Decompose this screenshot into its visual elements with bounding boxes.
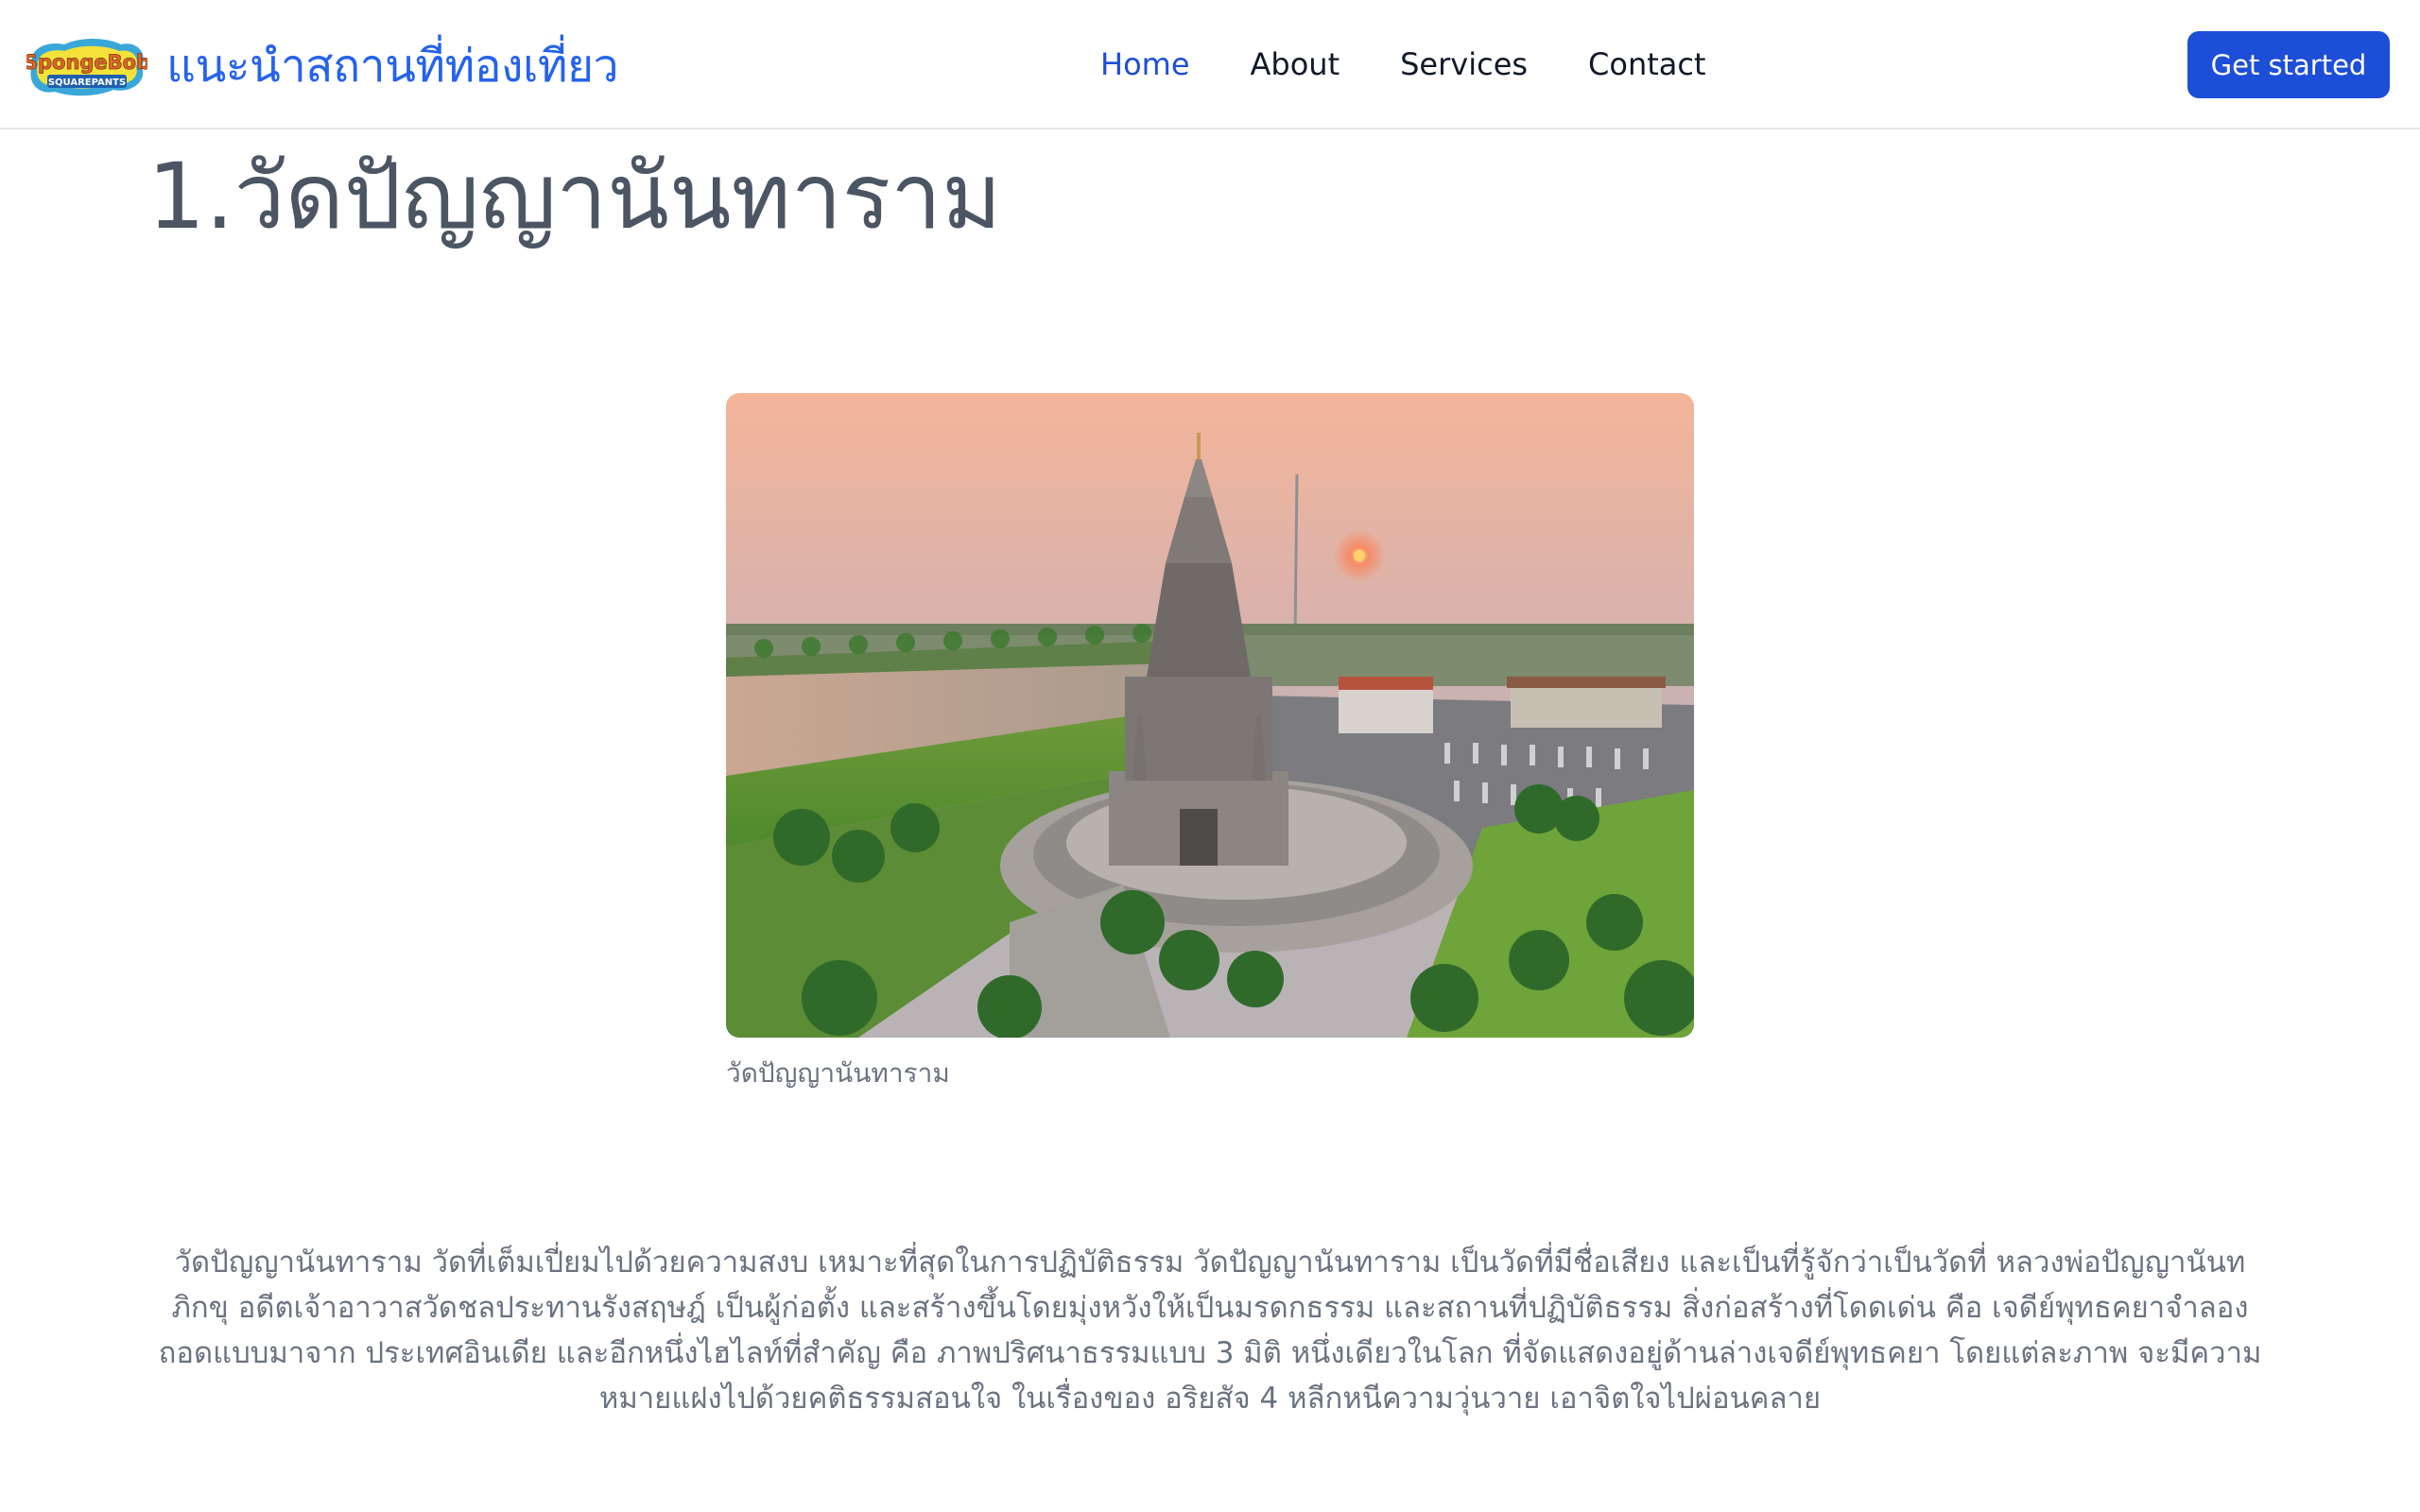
temple-photo (726, 393, 1694, 1038)
temple-figure: วัดปัญญานันทาราม (726, 393, 1694, 1094)
nav-about-link[interactable]: About (1251, 46, 1340, 82)
svg-text:SQUAREPANTS: SQUAREPANTS (48, 77, 126, 88)
brand-link[interactable]: SpongeBob SQUAREPANTS แนะนำสถานที่ท่องเท… (26, 28, 619, 104)
site-title: แนะนำสถานที่ท่องเที่ยว (166, 40, 619, 93)
svg-text:SpongeBob: SpongeBob (26, 51, 147, 74)
nav-services-link[interactable]: Services (1400, 46, 1528, 82)
nav-home-link[interactable]: Home (1100, 46, 1190, 82)
spongebob-logo-icon: SpongeBob SQUAREPANTS (26, 39, 147, 96)
site-header: SpongeBob SQUAREPANTS แนะนำสถานที่ท่องเท… (0, 0, 2420, 129)
image-caption: วัดปัญญานันทาราม (726, 1057, 950, 1089)
place-description: วัดปัญญานันทาราม วัดที่เต็มเปี่ยมไปด้วยค… (158, 1246, 2262, 1416)
nav-contact-link[interactable]: Contact (1588, 46, 1706, 82)
get-started-button[interactable]: Get started (2187, 31, 2390, 98)
main-nav: Home About Services Contact (1100, 38, 1706, 91)
page-title: 1.วัดปัญญานันทาราม (147, 144, 1002, 249)
